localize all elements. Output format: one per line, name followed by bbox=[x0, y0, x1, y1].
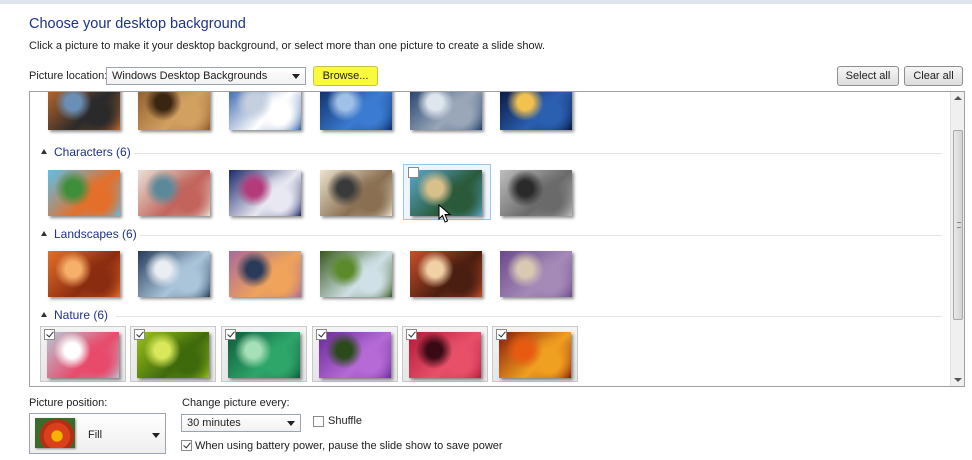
picture-location-dropdown[interactable]: Windows Desktop Backgrounds bbox=[106, 67, 306, 85]
thumbnail-architecture-2[interactable] bbox=[138, 92, 210, 130]
thumbnail-landscapes-5[interactable] bbox=[410, 251, 482, 297]
collapse-triangle-icon bbox=[41, 149, 47, 155]
mouse-cursor-icon bbox=[438, 204, 452, 223]
thumbnail-nature-6[interactable] bbox=[499, 332, 571, 378]
window-top-strip bbox=[0, 0, 972, 4]
thumbnail-nature-4[interactable] bbox=[319, 332, 391, 378]
battery-pause-label: When using battery power, pause the slid… bbox=[195, 440, 503, 452]
group-header-characters[interactable]: Characters (6) bbox=[35, 145, 131, 161]
collapse-triangle-icon bbox=[41, 231, 47, 237]
thumbnail-characters-2[interactable] bbox=[138, 170, 210, 216]
thumbnail-characters-1[interactable] bbox=[48, 170, 120, 216]
thumbnail-nature-1[interactable] bbox=[47, 332, 119, 378]
page-instructions: Click a picture to make it your desktop … bbox=[29, 40, 546, 52]
picture-position-value: Fill bbox=[88, 429, 103, 441]
change-picture-label: Change picture every: bbox=[182, 397, 290, 409]
picture-position-dropdown[interactable]: Fill bbox=[29, 413, 166, 454]
battery-pause-checkbox[interactable] bbox=[181, 440, 192, 451]
picture-gallery[interactable]: Characters (6) Landscapes (6) Nature (6) bbox=[29, 91, 965, 387]
checkbox-nature-6[interactable] bbox=[496, 329, 507, 340]
thumbnail-nature-2[interactable] bbox=[137, 332, 209, 378]
scroll-down-arrow-icon[interactable] bbox=[954, 378, 962, 382]
thumbnail-architecture-1[interactable] bbox=[48, 92, 120, 130]
thumbnail-landscapes-4[interactable] bbox=[320, 251, 392, 297]
group-title: Characters (6) bbox=[54, 145, 131, 159]
thumbnail-nature-5[interactable] bbox=[409, 332, 481, 378]
thumbnail-architecture-6[interactable] bbox=[500, 92, 572, 130]
scrollbar-thumb[interactable] bbox=[953, 130, 963, 320]
thumbnail-nature-3[interactable] bbox=[228, 332, 300, 378]
thumbnail-characters-3[interactable] bbox=[229, 170, 301, 216]
checkbox-characters-5[interactable] bbox=[408, 167, 419, 178]
checkbox-nature-2[interactable] bbox=[134, 329, 145, 340]
gallery-scrollbar[interactable] bbox=[950, 92, 964, 386]
group-header-landscapes[interactable]: Landscapes (6) bbox=[35, 227, 137, 243]
group-divider bbox=[140, 235, 942, 236]
page-title: Choose your desktop background bbox=[29, 16, 246, 32]
shuffle-label: Shuffle bbox=[328, 415, 363, 427]
picture-location-label: Picture location: bbox=[29, 70, 108, 82]
browse-button[interactable]: Browse... bbox=[313, 66, 378, 86]
position-preview-image bbox=[35, 418, 75, 448]
thumbnail-landscapes-2[interactable] bbox=[138, 251, 210, 297]
picture-location-value: Windows Desktop Backgrounds bbox=[112, 70, 268, 82]
thumbnail-architecture-3[interactable] bbox=[229, 92, 301, 130]
checkbox-nature-3[interactable] bbox=[225, 329, 236, 340]
group-divider bbox=[134, 153, 942, 154]
change-interval-value: 30 minutes bbox=[187, 417, 241, 429]
picture-position-label: Picture position: bbox=[29, 397, 108, 409]
checkbox-nature-1[interactable] bbox=[44, 329, 55, 340]
group-title: Landscapes (6) bbox=[54, 227, 137, 241]
thumbnail-landscapes-6[interactable] bbox=[500, 251, 572, 297]
thumbnail-landscapes-1[interactable] bbox=[48, 251, 120, 297]
chevron-down-icon bbox=[287, 421, 295, 426]
checkbox-nature-5[interactable] bbox=[406, 329, 417, 340]
thumbnail-landscapes-3[interactable] bbox=[229, 251, 301, 297]
change-interval-dropdown[interactable]: 30 minutes bbox=[181, 414, 301, 432]
group-header-nature[interactable]: Nature (6) bbox=[35, 308, 108, 324]
scroll-up-arrow-icon[interactable] bbox=[954, 96, 962, 100]
grip-icon bbox=[957, 222, 961, 228]
collapse-triangle-icon bbox=[41, 312, 47, 318]
chevron-down-icon bbox=[292, 74, 300, 79]
thumbnail-architecture-5[interactable] bbox=[410, 92, 482, 130]
chevron-down-icon bbox=[152, 433, 160, 438]
thumbnail-characters-6[interactable] bbox=[500, 170, 572, 216]
select-all-button[interactable]: Select all bbox=[837, 66, 899, 86]
thumbnail-characters-4[interactable] bbox=[320, 170, 392, 216]
shuffle-checkbox[interactable] bbox=[313, 416, 324, 427]
checkbox-nature-4[interactable] bbox=[316, 329, 327, 340]
group-title: Nature (6) bbox=[54, 308, 109, 322]
thumbnail-architecture-4[interactable] bbox=[320, 92, 392, 130]
group-divider bbox=[116, 316, 942, 317]
clear-all-button[interactable]: Clear all bbox=[904, 66, 963, 86]
